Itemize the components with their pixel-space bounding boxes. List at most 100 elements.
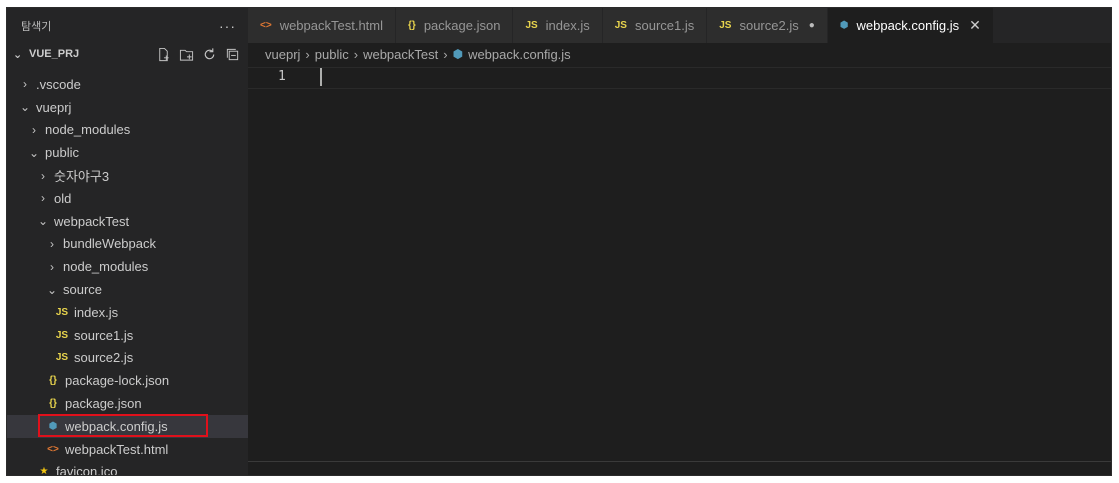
tab-webpacktest-html[interactable]: <> webpackTest.html [248,8,397,43]
code-editor[interactable]: 1 [248,65,1111,475]
chevron-down-icon[interactable]: ⌄ [36,214,50,228]
file-tree: › .vscode ⌄ vueprj › node_modules ⌄ public › 숫자야구… [7,73,248,475]
chevron-right-icon: › [353,46,359,62]
tree-item-label: node_modules [45,122,131,138]
html-file-icon: <> [47,443,59,455]
js-file-icon: JS [55,352,69,364]
tab-label: source2.js [739,18,799,33]
breadcrumb-item[interactable]: webpackTest [363,47,438,62]
tree-item-label: old [54,190,72,206]
js-file-icon: JS [614,20,627,31]
webpack-config-icon: ⬢ [839,20,849,31]
tree-item-label: package.json [65,396,142,412]
chevron-down-icon[interactable]: ⌄ [18,100,32,114]
tree-item-label: bundleWebpack [63,236,156,252]
tree-item-label: source [63,282,103,298]
tab-package-json[interactable]: {} package.json [396,8,514,43]
chevron-right-icon[interactable]: › [27,123,41,137]
current-line-highlight [248,67,1111,89]
line-number: 1 [278,69,286,84]
editor-bottom-border [248,461,1111,462]
tab-source1-js[interactable]: JS source1.js [602,8,708,43]
text-cursor [320,68,322,86]
tab-label: webpackTest.html [279,18,384,33]
json-file-icon: {} [408,20,416,31]
explorer-sidebar: 탐색기 ··· ⌄ VUE_PRJ › .vscode ⌄ vueprj › node_m… [7,8,248,475]
tree-folder-item[interactable]: › .vscode [7,73,248,96]
chevron-right-icon[interactable]: › [45,237,59,251]
tree-item-label: index.js [74,304,119,320]
breadcrumb-item[interactable]: public [315,47,349,62]
js-file-icon: JS [55,329,69,341]
tree-folder-item[interactable]: › 숫자야구3 [7,164,248,187]
breadcrumb: vueprj › public › webpackTest › ⬢ webpack.confi… [248,43,1111,65]
tree-file-item[interactable]: <> webpackTest.html [7,438,248,461]
breadcrumb-item[interactable]: webpack.config.js [468,47,571,62]
chevron-down-icon[interactable]: ⌄ [45,283,59,297]
tree-item-label: package-lock.json [65,373,170,389]
more-actions-icon[interactable]: ··· [219,18,236,34]
chevron-right-icon: › [443,46,448,62]
tree-file-item[interactable]: {} package-lock.json [7,369,248,392]
tab-label: index.js [545,18,590,33]
tree-item-label: public [45,145,79,161]
tree-item-label: webpackTest [54,213,130,229]
tab-source2-js[interactable]: JS source2.js ● [707,8,828,43]
webpack-config-icon: ⬢ [452,47,464,61]
chevron-right-icon: › [305,46,310,62]
tree-folder-item[interactable]: ⌄ source [7,278,248,301]
new-file-icon[interactable] [156,47,171,62]
project-name: VUE_PRJ [29,48,80,60]
chevron-down-icon[interactable]: ⌄ [27,146,41,160]
tree-folder-item[interactable]: › old [7,187,248,210]
tree-file-item[interactable]: JS index.js [7,301,248,324]
tree-folder-item[interactable]: › bundleWebpack [7,233,248,256]
js-file-icon: JS [719,20,732,31]
tree-item-label: 숫자야구3 [54,169,110,185]
js-file-icon: JS [525,20,538,31]
collapse-all-icon[interactable] [225,47,240,62]
editor-tabs: <> webpackTest.html {} package.json JS index.… [248,8,1111,43]
tab-webpack-config-js[interactable]: ⬢ webpack.config.js ✕ [827,8,994,43]
explorer-header: 탐색기 ··· [7,8,248,43]
tree-item-label: .vscode [36,76,81,92]
chevron-down-icon[interactable]: ⌄ [13,48,29,61]
chevron-right-icon[interactable]: › [45,260,59,274]
tree-file-item[interactable]: JS source1.js [7,324,248,347]
chevron-right-icon[interactable]: › [36,191,50,205]
tree-file-item[interactable]: ★ favicon.ico [7,461,248,475]
tree-item-label: vueprj [36,99,72,115]
tree-item-label: node_modules [63,259,149,275]
new-folder-icon[interactable] [179,47,194,62]
tree-item-label: webpack.config.js [65,418,168,434]
chevron-right-icon[interactable]: › [36,169,50,183]
tree-folder-item[interactable]: ⌄ webpackTest [7,210,248,233]
tree-folder-item[interactable]: › node_modules [7,255,248,278]
refresh-icon[interactable] [202,47,217,62]
json-file-icon: {} [49,375,57,387]
tab-index-js[interactable]: JS index.js [513,8,603,43]
tree-item-label: webpackTest.html [65,441,169,457]
explorer-title: 탐색기 [21,20,52,33]
tab-label: webpack.config.js [856,18,960,33]
tree-folder-item[interactable]: ⌄ public [7,141,248,164]
tree-file-item[interactable]: ⬢ webpack.config.js [7,413,248,438]
html-file-icon: <> [260,20,272,31]
tree-folder-item[interactable]: ⌄ vueprj [7,96,248,119]
tree-item-label: favicon.ico [56,464,118,475]
tree-item-label: source1.js [74,327,134,343]
tree-item-label: source2.js [74,350,134,366]
tree-file-item[interactable]: {} package.json [7,392,248,415]
vscode-window: 탐색기 ··· ⌄ VUE_PRJ › .vscode ⌄ vueprj › node_m… [6,7,1112,476]
project-header[interactable]: ⌄ VUE_PRJ [7,43,248,65]
favicon-file-icon: ★ [39,466,49,475]
close-icon[interactable]: ✕ [969,17,981,34]
unsaved-dot-icon[interactable]: ● [809,20,815,31]
json-file-icon: {} [49,398,57,410]
breadcrumb-item[interactable]: vueprj [265,47,300,62]
tree-file-item[interactable]: JS source2.js [7,347,248,370]
tree-folder-item[interactable]: › node_modules [7,119,248,142]
webpack-config-icon: ⬢ [48,420,58,432]
chevron-right-icon[interactable]: › [18,77,32,91]
tab-label: package.json [423,18,501,33]
